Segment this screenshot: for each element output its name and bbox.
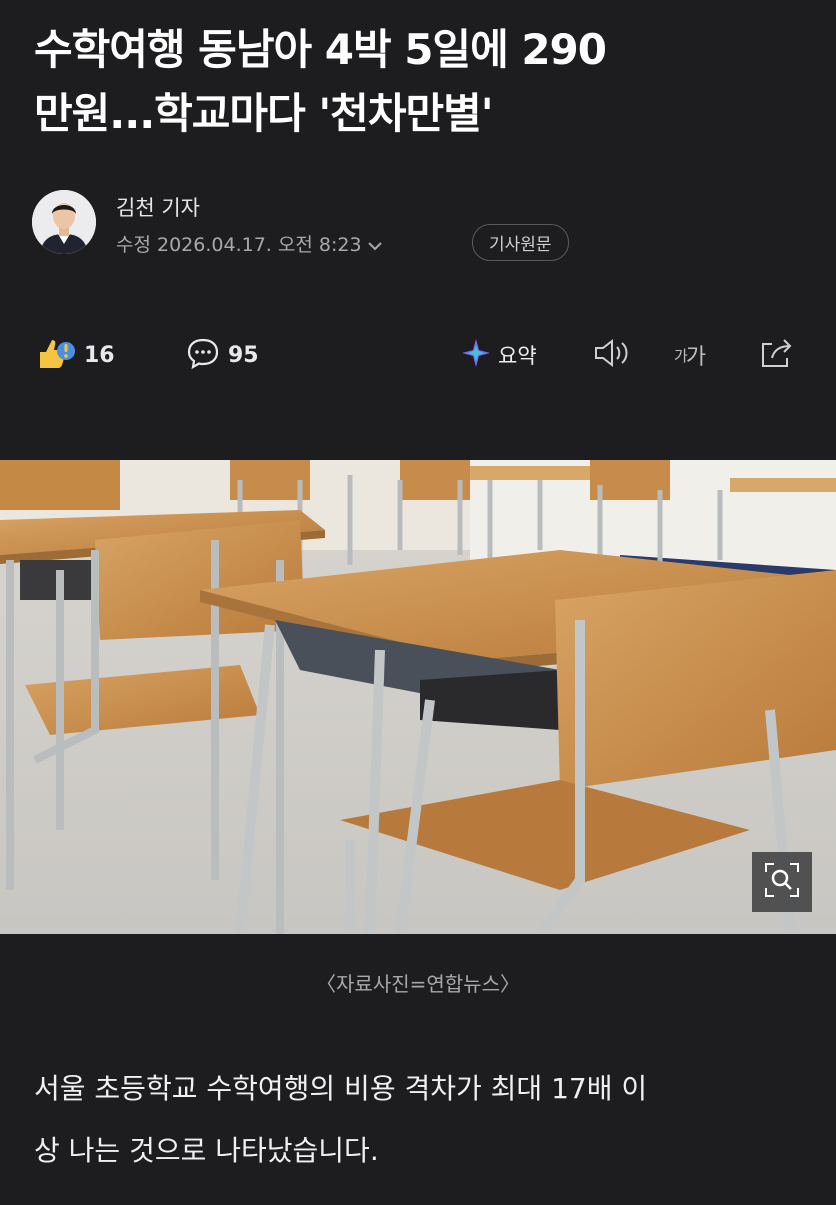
- article-headline: 수학여행 동남아 4박 5일에 290 만원...학교마다 '천차만별': [34, 18, 814, 146]
- headline-line-2: 만원...학교마다 '천차만별': [34, 89, 494, 138]
- chevron-down-icon[interactable]: [367, 236, 382, 255]
- speaker-icon: [592, 336, 632, 374]
- article-action-bar: 16 95 요약 가가: [36, 330, 806, 380]
- comment-bubble-icon: [186, 336, 220, 374]
- image-zoom-button[interactable]: [752, 852, 812, 912]
- author-row: 김천 기자 수정 2026.04.17. 오전 8:23 기사원문: [32, 188, 812, 268]
- reaction-emoji-icon: [36, 334, 76, 376]
- body-line-2: 상 나는 것으로 나타났습니다.: [34, 1134, 379, 1167]
- author-avatar[interactable]: [32, 190, 96, 254]
- comment-count: 95: [228, 342, 259, 368]
- modified-date: 수정 2026.04.17. 오전 8:23: [116, 234, 362, 256]
- zoom-magnifier-icon: [762, 860, 802, 904]
- article-body: 서울 초등학교 수학여행의 비용 격차가 최대 17배 이 상 나는 것으로 나…: [34, 1058, 814, 1182]
- author-name[interactable]: 김천 기자: [116, 192, 200, 222]
- article-photo[interactable]: [0, 460, 836, 934]
- original-article-button[interactable]: 기사원문: [472, 224, 569, 261]
- classroom-desks-image: [0, 460, 836, 934]
- font-size-button[interactable]: 가가: [674, 330, 706, 380]
- font-size-small: 가: [674, 346, 688, 365]
- ai-summary-sparkle-icon: [460, 337, 492, 373]
- summary-label: 요약: [498, 344, 537, 368]
- photo-caption: 〈자료사진=연합뉴스〉: [316, 972, 520, 996]
- summary-button[interactable]: 요약: [460, 330, 537, 380]
- article-meta[interactable]: 수정 2026.04.17. 오전 8:23: [116, 230, 382, 257]
- body-line-1: 서울 초등학교 수학여행의 비용 격차가 최대 17배 이: [34, 1072, 648, 1105]
- share-icon: [758, 336, 794, 374]
- comment-button[interactable]: 95: [186, 330, 259, 380]
- reaction-button[interactable]: 16: [36, 330, 115, 380]
- font-size-large: 가: [685, 345, 706, 370]
- headline-line-1: 수학여행 동남아 4박 5일에 290: [34, 25, 607, 74]
- listen-button[interactable]: [592, 330, 632, 380]
- share-button[interactable]: [758, 330, 794, 380]
- reaction-count: 16: [84, 342, 115, 368]
